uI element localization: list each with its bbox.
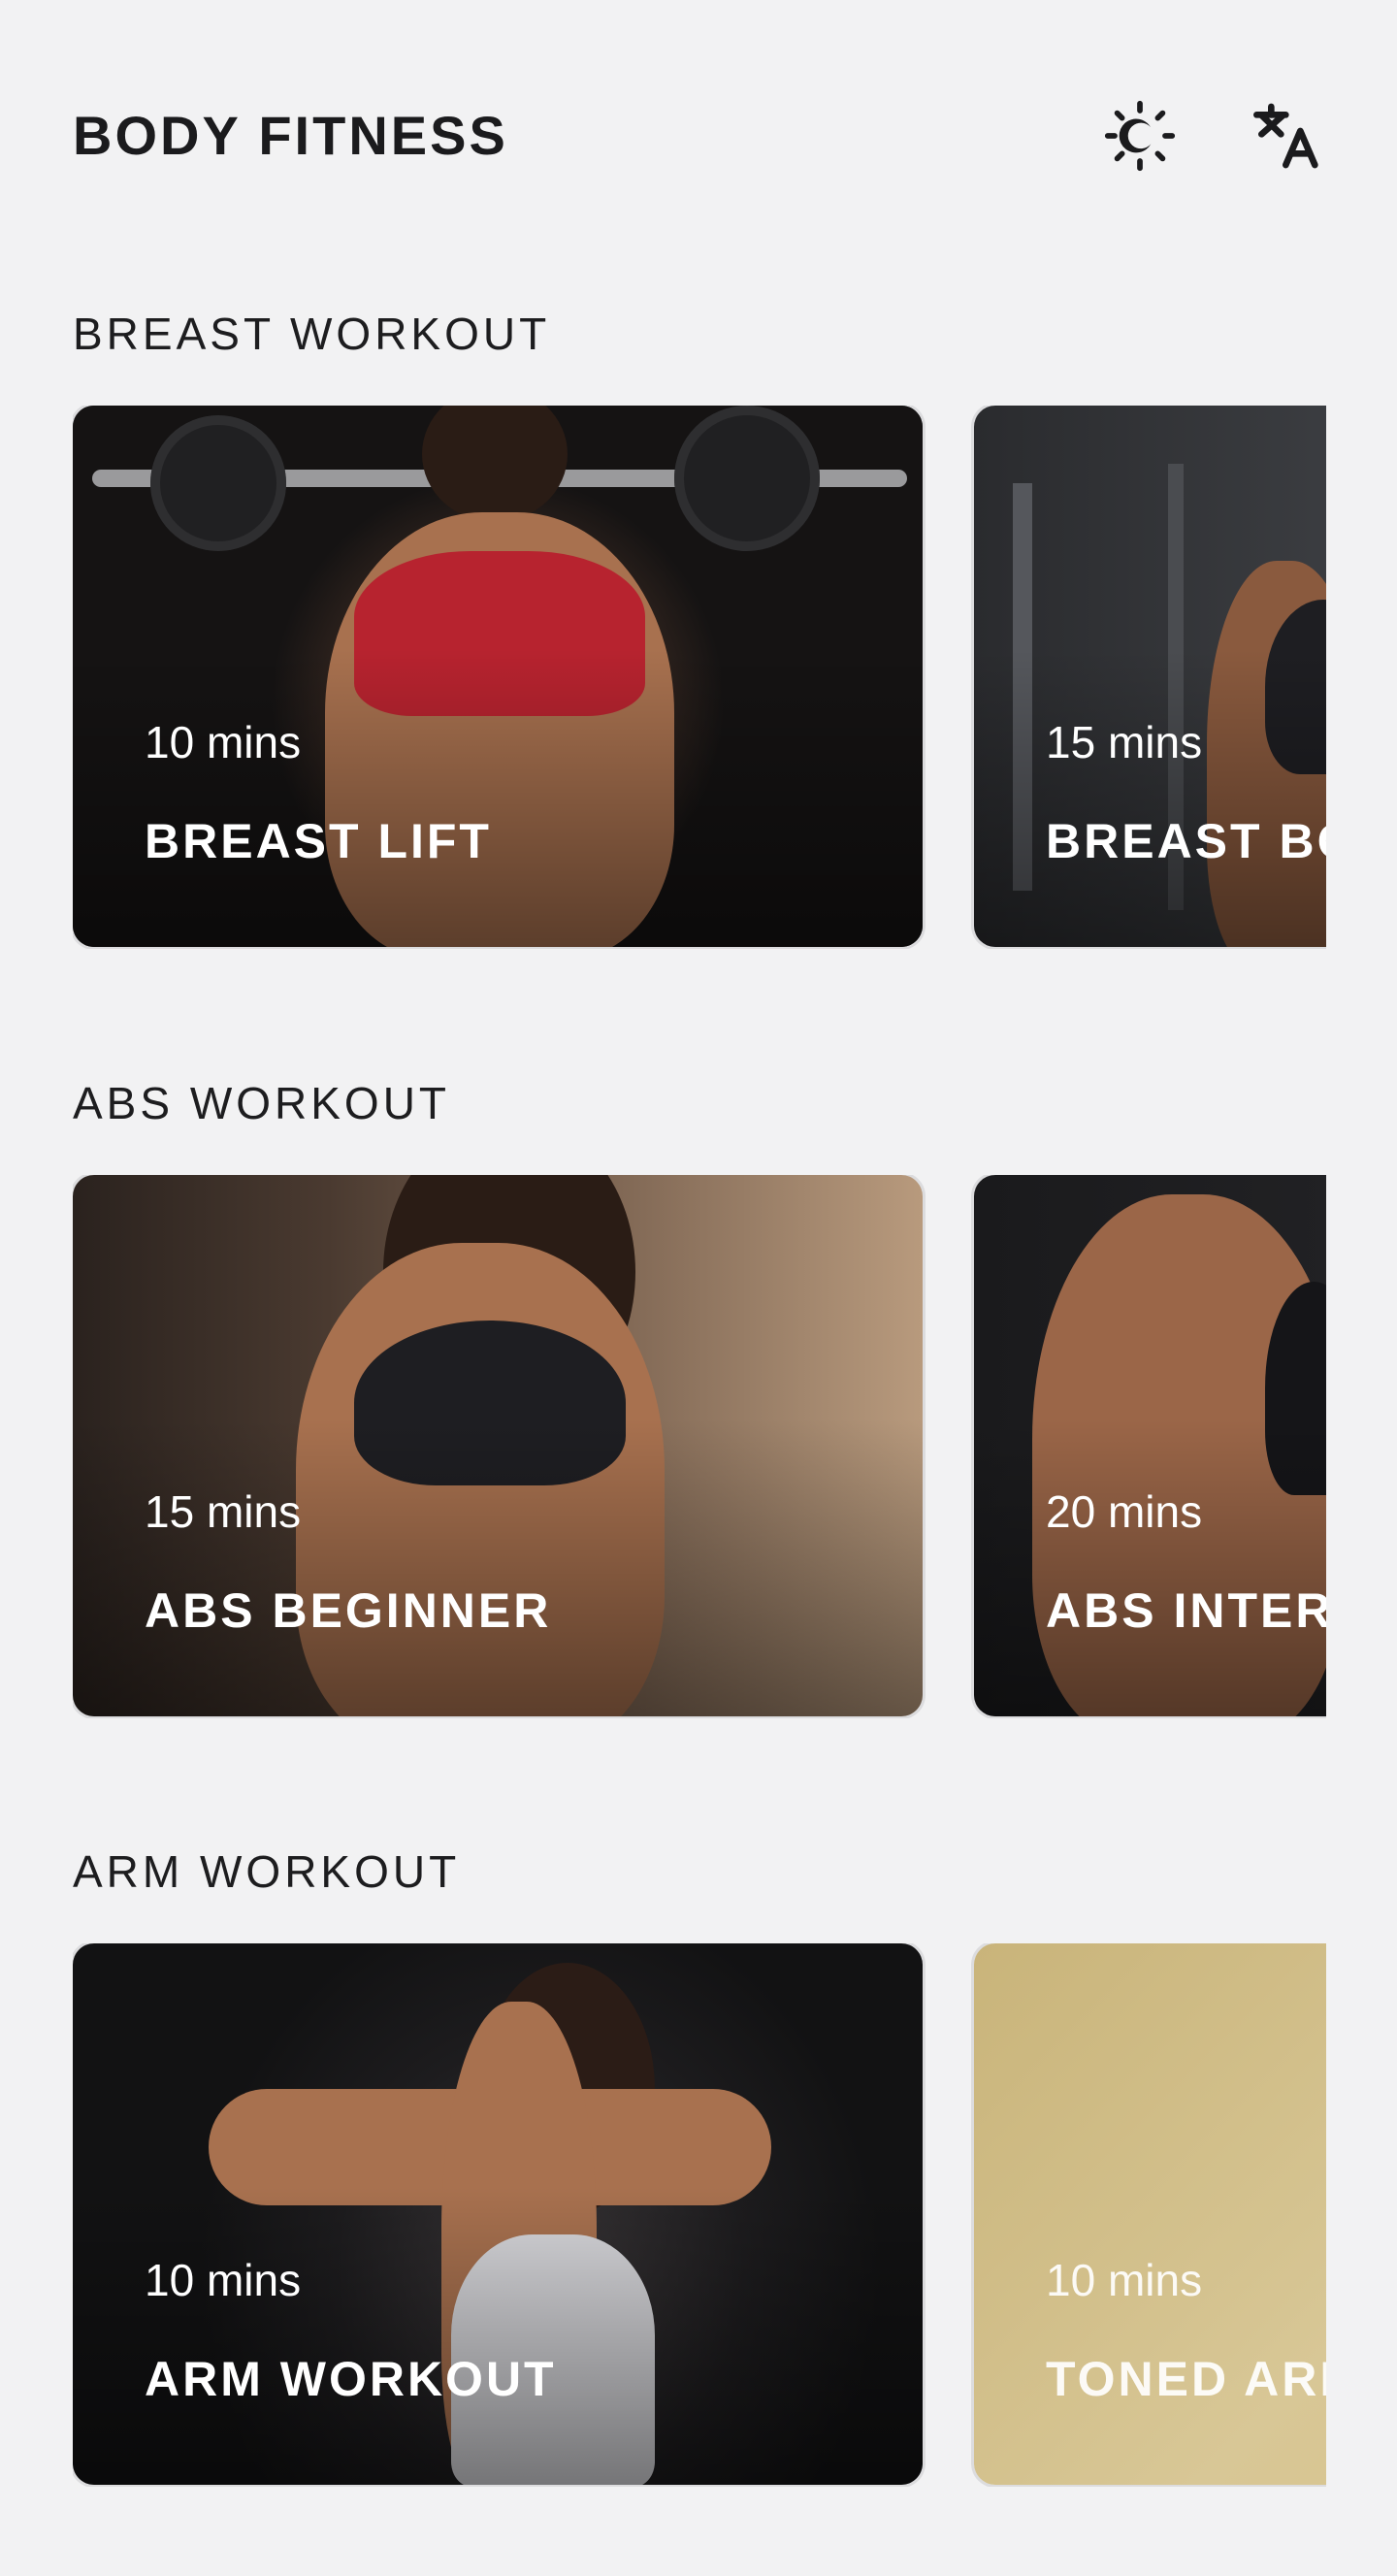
workout-duration: 20 mins [1046,1486,1203,1537]
workout-name: ABS BEGINNER [145,1583,552,1638]
workout-name: BREAST BO [1046,814,1326,868]
section-title: ARM WORKOUT [73,1846,461,1897]
workout-name: TONED ARI [1046,2352,1326,2406]
app-title: BODY FITNESS [73,105,508,166]
workout-card-arm-workout[interactable]: 10 mins ARM WORKOUT [73,1943,923,2485]
workout-name: ABS INTER [1046,1583,1326,1638]
workout-card-abs-beginner[interactable]: 15 mins ABS BEGINNER [73,1175,923,1716]
workout-card-breast-lift[interactable]: 10 mins BREAST LIFT [73,406,923,947]
workout-card-breast-second[interactable]: 15 mins BREAST BO [974,406,1326,947]
section-abs-workout: ABS WORKOUT 15 mins ABS BEGINNER 20 mins… [0,1076,1397,1716]
workout-carousel[interactable]: 10 mins ARM WORKOUT 10 mins TONED ARI [73,1943,1326,2487]
translate-icon [1253,103,1318,169]
workout-carousel[interactable]: 15 mins ABS BEGINNER 20 mins ABS INTER [73,1175,1326,1718]
section-breast-workout: BREAST WORKOUT 10 mins BREAST LIFT 15 mi… [0,307,1397,947]
section-arm-workout: ARM WORKOUT 10 mins ARM WORKOUT 10 mins … [0,1844,1397,2485]
workout-card-toned-arms[interactable]: 10 mins TONED ARI [974,1943,1326,2485]
workout-name: BREAST LIFT [145,814,492,868]
workout-duration: 10 mins [145,2255,302,2305]
workout-duration: 10 mins [145,717,302,767]
workout-carousel[interactable]: 10 mins BREAST LIFT 15 mins BREAST BO [73,406,1326,949]
workout-name: ARM WORKOUT [145,2352,557,2406]
workout-duration: 15 mins [1046,717,1203,767]
section-title: ABS WORKOUT [73,1078,451,1128]
workout-duration: 10 mins [1046,2255,1203,2305]
language-button[interactable] [1241,89,1334,182]
theme-toggle-button[interactable] [1093,89,1186,182]
app-header: BODY FITNESS [0,0,1397,272]
section-title: BREAST WORKOUT [73,309,551,359]
theme-toggle-icon [1104,100,1176,172]
workout-card-abs-intermediate[interactable]: 20 mins ABS INTER [974,1175,1326,1716]
workout-duration: 15 mins [145,1486,302,1537]
